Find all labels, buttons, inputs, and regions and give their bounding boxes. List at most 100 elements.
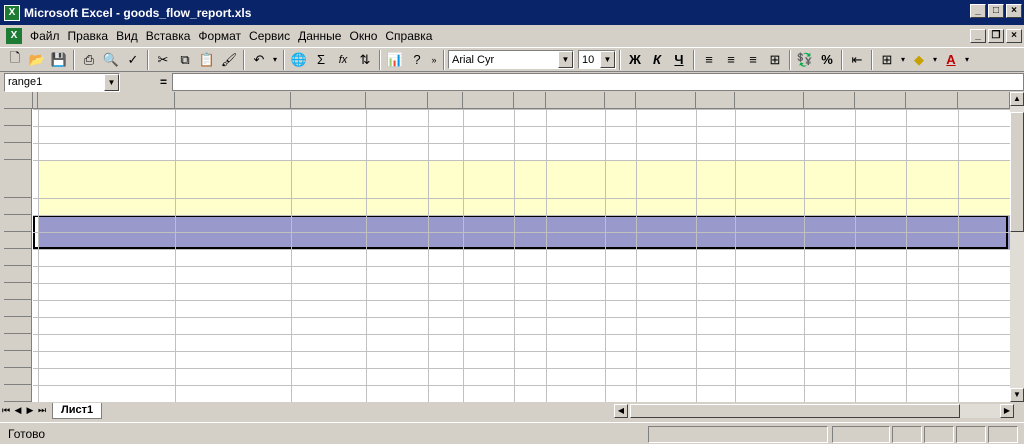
column-header-d[interactable] [291, 92, 366, 109]
header-rashod[interactable] [546, 143, 636, 160]
scroll-up-icon[interactable]: ▲ [1010, 92, 1024, 106]
header-srednyaya[interactable] [735, 143, 804, 198]
subheader-nac_opt[interactable] [855, 160, 906, 198]
column-header-f[interactable] [428, 92, 463, 109]
save-icon[interactable]: 💾 [48, 49, 70, 71]
print-preview-icon[interactable]: 🔍 [100, 49, 122, 71]
header-nach-ostatok[interactable] [366, 143, 463, 160]
row-header-14[interactable] [4, 334, 32, 351]
close-button[interactable]: × [1006, 4, 1022, 18]
formula-equals-sign[interactable]: = [160, 75, 167, 89]
align-center-icon[interactable]: ≡ [720, 49, 742, 71]
menu-insert[interactable]: Вставка [142, 29, 195, 43]
function-icon[interactable]: fx [332, 49, 354, 71]
sort-ascending-icon[interactable]: ⇅ [354, 49, 376, 71]
header-prihod[interactable] [463, 143, 546, 160]
subheader-usd[interactable] [366, 160, 428, 198]
doc-restore-button[interactable]: ❐ [988, 29, 1004, 43]
subheader-usd[interactable] [546, 160, 605, 198]
align-left-icon[interactable]: ≡ [698, 49, 720, 71]
menu-edit[interactable]: Правка [64, 29, 113, 43]
name-box[interactable]: range1 ▼ [4, 72, 120, 92]
font-color-icon[interactable]: A [940, 49, 962, 71]
sheet-tab-1[interactable]: Лист1 [52, 402, 103, 419]
header-opt[interactable] [804, 143, 906, 160]
scroll-left-icon[interactable]: ◀ [614, 404, 628, 418]
cut-icon[interactable]: ✂ [152, 49, 174, 71]
font-name-select[interactable]: Arial Cyr ▼ [448, 50, 574, 69]
help-icon[interactable]: ? [406, 49, 428, 71]
menu-window[interactable]: Окно [345, 29, 381, 43]
subheader-usd[interactable] [636, 160, 696, 198]
row-header-15[interactable] [4, 351, 32, 368]
column-header-g[interactable] [463, 92, 514, 109]
new-document-icon[interactable]: 🗋 [4, 49, 26, 71]
borders-icon[interactable]: ⊞ [876, 49, 898, 71]
row-header-4[interactable] [4, 143, 32, 160]
cell-sum[interactable] [546, 215, 605, 232]
row-header-8[interactable] [4, 232, 32, 249]
subheader-ed[interactable] [696, 160, 735, 198]
horizontal-scroll-thumb[interactable] [630, 404, 960, 418]
doc-close-button[interactable]: × [1006, 29, 1022, 43]
column-header-q[interactable] [958, 92, 1010, 109]
maximize-button[interactable]: □ [988, 4, 1004, 18]
menu-help[interactable]: Справка [381, 29, 436, 43]
row-header-3[interactable] [4, 126, 32, 143]
more-buttons-icon[interactable]: » [428, 49, 440, 71]
cell-sum[interactable] [463, 215, 514, 232]
menu-view[interactable]: Вид [112, 29, 142, 43]
row-header-11[interactable] [4, 283, 32, 300]
fill-color-icon[interactable]: ◆ [908, 49, 930, 71]
select-all-corner[interactable] [4, 92, 33, 109]
row-header-12[interactable] [4, 300, 32, 317]
bold-button[interactable]: Ж [624, 49, 646, 71]
fill-dropdown-icon[interactable]: ▾ [930, 49, 940, 71]
menu-file[interactable]: Файл [26, 29, 64, 43]
column-header-l[interactable] [696, 92, 735, 109]
align-right-icon[interactable]: ≡ [742, 49, 764, 71]
column-header-j[interactable] [605, 92, 636, 109]
menu-data[interactable]: Данные [294, 29, 345, 43]
underline-button[interactable]: Ч [668, 49, 690, 71]
paste-icon[interactable]: 📋 [196, 49, 218, 71]
vertical-scrollbar[interactable]: ▲ ▼ [1010, 92, 1024, 402]
header-kon-ostatok[interactable] [636, 143, 735, 160]
doc-minimize-button[interactable]: _ [970, 29, 986, 43]
vertical-scroll-thumb[interactable] [1010, 112, 1024, 232]
worksheet-grid[interactable] [4, 92, 1010, 402]
minimize-button[interactable]: _ [970, 4, 986, 18]
font-color-dropdown-icon[interactable]: ▾ [962, 49, 972, 71]
hyperlink-icon[interactable]: 🌐 [288, 49, 310, 71]
last-sheet-icon[interactable]: ⏭ [36, 404, 48, 417]
undo-dropdown-icon[interactable]: ▾ [270, 49, 280, 71]
next-sheet-icon[interactable]: ▶ [24, 404, 36, 417]
chevron-down-icon[interactable]: ▼ [558, 51, 573, 68]
column-header-n[interactable] [804, 92, 855, 109]
header-marka[interactable] [175, 143, 291, 198]
chevron-down-icon[interactable]: ▼ [600, 51, 615, 68]
column-header-i[interactable] [546, 92, 605, 109]
workbook-icon[interactable]: X [6, 28, 22, 44]
column-header-p[interactable] [906, 92, 958, 109]
row-header-2[interactable] [4, 109, 32, 126]
chart-wizard-icon[interactable]: 📊 [384, 49, 406, 71]
scroll-right-icon[interactable]: ▶ [1000, 404, 1014, 418]
percent-button[interactable]: % [816, 49, 838, 71]
subheader-cena[interactable] [804, 160, 855, 198]
header-artikul[interactable] [291, 143, 366, 198]
horizontal-scrollbar[interactable]: ◀ ▶ [614, 404, 1014, 418]
copy-icon[interactable]: ⧉ [174, 49, 196, 71]
formula-input[interactable] [172, 73, 1024, 91]
row-header-5[interactable] [4, 160, 32, 198]
italic-button[interactable]: К [646, 49, 668, 71]
format-painter-icon[interactable]: 🖌 [218, 49, 240, 71]
subheader-nac_rozn[interactable] [958, 160, 1010, 198]
cell-sum[interactable] [636, 215, 696, 232]
chevron-down-icon[interactable]: ▼ [104, 73, 119, 91]
subheader-cena[interactable] [906, 160, 958, 198]
header-roznica[interactable] [906, 143, 1010, 160]
column-header-o[interactable] [855, 92, 906, 109]
subheader-ed[interactable] [605, 160, 636, 198]
row-header-17[interactable] [4, 385, 32, 402]
